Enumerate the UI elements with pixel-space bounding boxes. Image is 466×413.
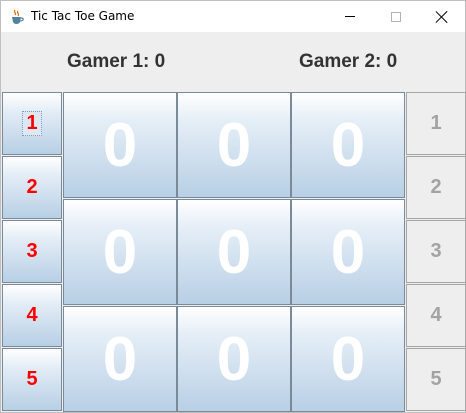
board-cell-r3c1[interactable]: 0 <box>63 306 177 412</box>
maximize-icon <box>391 11 401 22</box>
right-button-2-label: 2 <box>430 176 442 198</box>
right-button-5-label: 5 <box>430 368 442 390</box>
board-cell-r2c1[interactable]: 0 <box>63 199 177 305</box>
board-cell-r2c2[interactable]: 0 <box>177 199 291 305</box>
left-button-4[interactable]: 4 <box>2 284 62 347</box>
game-board: 0 0 0 0 0 0 0 0 0 <box>63 92 406 412</box>
right-button-2[interactable]: 2 <box>406 156 466 219</box>
app-window: Tic Tac Toe Game Gamer 1: 0 Gamer 2: 0 1… <box>0 0 466 413</box>
board-cell-r1c3[interactable]: 0 <box>291 92 405 198</box>
board-cell-r3c2[interactable]: 0 <box>177 306 291 412</box>
board-cell-r1c1[interactable]: 0 <box>63 92 177 198</box>
window-title: Tic Tac Toe Game <box>31 9 135 23</box>
left-button-5[interactable]: 5 <box>2 348 62 411</box>
close-button[interactable] <box>419 1 465 32</box>
maximize-button[interactable] <box>373 1 419 32</box>
right-button-4-label: 4 <box>430 304 442 326</box>
right-button-1[interactable]: 1 <box>406 92 466 155</box>
left-button-1[interactable]: 1 <box>2 92 62 155</box>
left-button-1-label: 1 <box>22 111 42 136</box>
right-button-4[interactable]: 4 <box>406 284 466 347</box>
title-bar[interactable]: Tic Tac Toe Game <box>1 1 465 32</box>
minimize-button[interactable] <box>327 1 373 32</box>
left-button-3[interactable]: 3 <box>2 220 62 283</box>
minimize-icon <box>345 16 355 17</box>
gamer2-score: Gamer 2: 0 <box>299 51 398 72</box>
gamer1-score: Gamer 1: 0 <box>67 51 166 72</box>
close-icon <box>436 11 448 23</box>
board-cell-r3c3[interactable]: 0 <box>291 306 405 412</box>
left-button-2-label: 2 <box>26 176 38 198</box>
board-cell-r1c2[interactable]: 0 <box>177 92 291 198</box>
right-button-5[interactable]: 5 <box>406 348 466 411</box>
left-button-2[interactable]: 2 <box>2 156 62 219</box>
left-button-4-label: 4 <box>26 304 38 326</box>
java-cup-icon <box>9 9 25 25</box>
left-button-3-label: 3 <box>26 240 38 262</box>
left-button-5-label: 5 <box>26 368 38 390</box>
board-cell-r2c3[interactable]: 0 <box>291 199 405 305</box>
right-button-3[interactable]: 3 <box>406 220 466 283</box>
right-button-1-label: 1 <box>430 112 442 134</box>
right-button-3-label: 3 <box>430 240 442 262</box>
